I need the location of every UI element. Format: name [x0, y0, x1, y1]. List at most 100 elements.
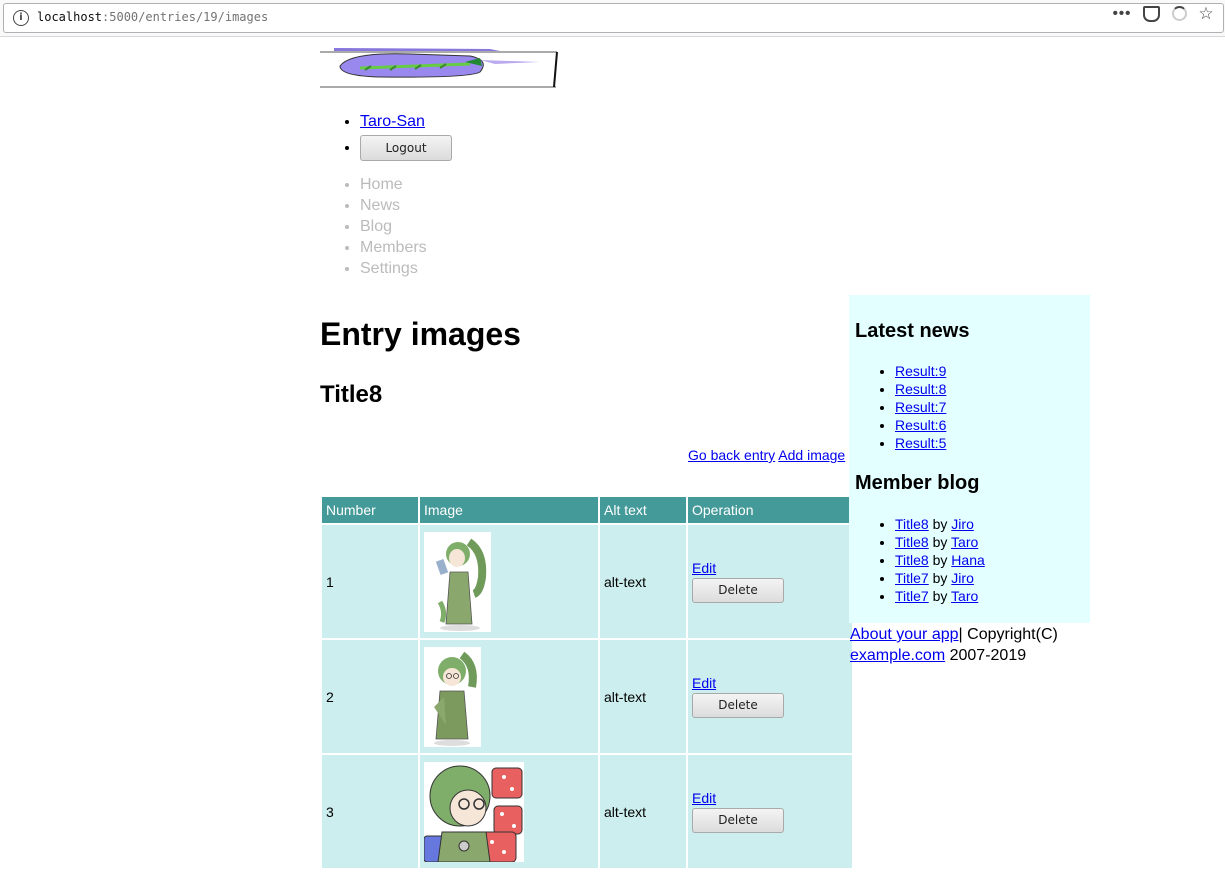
blog-item: Title8 by Hana	[895, 551, 985, 569]
delete-image-button[interactable]: Delete	[692, 578, 784, 603]
blog-item: Title8 by Taro	[895, 533, 985, 551]
news-link[interactable]: Result:6	[895, 417, 946, 433]
by-text: by	[932, 534, 948, 550]
page-title: Entry images	[320, 316, 521, 352]
nav-item-label: News	[360, 197, 401, 214]
column-header-operation: Operation	[688, 497, 852, 523]
image-cell	[420, 755, 598, 868]
footer: About your app| Copyright(C) example.com…	[850, 624, 1090, 666]
entry-image-thumbnail[interactable]	[424, 761, 524, 862]
table-row: 3 alt-text Edit Delete	[322, 755, 852, 868]
about-app-link[interactable]: About your app	[850, 626, 959, 643]
alt-text-cell: alt-text	[600, 755, 686, 868]
nav-item-members[interactable]: Members	[360, 237, 427, 258]
nav-item-home[interactable]: Home	[360, 174, 427, 195]
blog-author-link[interactable]: Jiro	[951, 570, 974, 586]
entry-title: Title8	[320, 381, 383, 408]
news-link[interactable]: Result:8	[895, 381, 946, 397]
copyright-text: | Copyright(C)	[958, 626, 1058, 643]
nav-item-label: Settings	[360, 260, 418, 277]
edit-image-link[interactable]: Edit	[692, 790, 848, 806]
entry-image-thumbnail[interactable]	[424, 531, 491, 632]
site-logo	[320, 48, 558, 88]
add-image-link[interactable]: Add image	[778, 447, 845, 463]
loading-icon	[1169, 4, 1189, 24]
info-icon[interactable]: i	[13, 10, 29, 26]
by-text: by	[932, 588, 948, 604]
image-cell	[420, 525, 598, 638]
by-text: by	[932, 516, 948, 532]
column-header-alt-text: Alt text	[600, 497, 686, 523]
table-row: 2 alt-text Edit Delete	[322, 640, 852, 753]
url-text[interactable]: localhost:5000/entries/19/images	[37, 10, 268, 24]
news-link[interactable]: Result:7	[895, 399, 946, 415]
table-row: 1 alt-text Edit Delete	[322, 525, 852, 638]
blog-author-link[interactable]: Taro	[951, 588, 978, 604]
browser-toolbar: i localhost:5000/entries/19/images ••• ☆	[0, 0, 1225, 37]
column-header-number: Number	[322, 497, 418, 523]
news-item: Result:6	[895, 416, 946, 434]
by-text: by	[932, 552, 948, 568]
by-text: by	[932, 570, 948, 586]
news-item: Result:9	[895, 362, 946, 380]
nav-item-label: Members	[360, 239, 427, 256]
logout-button[interactable]: Logout	[360, 135, 452, 161]
url-host: localhost	[37, 10, 103, 24]
pocket-icon[interactable]	[1141, 4, 1161, 24]
operation-cell: Edit Delete	[688, 755, 852, 868]
nav-item-settings[interactable]: Settings	[360, 258, 427, 279]
nav-item-news[interactable]: News	[360, 195, 427, 216]
table-header-row: Number Image Alt text Operation	[322, 497, 852, 523]
delete-image-button[interactable]: Delete	[692, 808, 784, 833]
go-back-entry-link[interactable]: Go back entry	[688, 447, 775, 463]
address-bar[interactable]: i localhost:5000/entries/19/images	[3, 3, 1224, 33]
user-menu-item: Logout	[360, 135, 452, 161]
edit-image-link[interactable]: Edit	[692, 675, 848, 691]
blog-author-link[interactable]: Hana	[951, 552, 984, 568]
nav-item-blog[interactable]: Blog	[360, 216, 427, 237]
news-link[interactable]: Result:5	[895, 435, 946, 451]
member-blog-heading: Member blog	[855, 472, 980, 494]
news-link[interactable]: Result:9	[895, 363, 946, 379]
nav-item-label: Blog	[360, 218, 393, 235]
main-nav: Home News Blog Members Settings	[320, 174, 427, 279]
blog-title-link[interactable]: Title7	[895, 570, 929, 586]
blog-title-link[interactable]: Title8	[895, 552, 929, 568]
latest-news-heading: Latest news	[855, 320, 970, 342]
blog-title-link[interactable]: Title7	[895, 588, 929, 604]
blog-author-link[interactable]: Jiro	[951, 516, 974, 532]
alt-text-cell: alt-text	[600, 525, 686, 638]
images-table: Number Image Alt text Operation 1 alt-te…	[320, 495, 854, 870]
blog-title-link[interactable]: Title8	[895, 516, 929, 532]
more-actions-icon[interactable]: •••	[1112, 4, 1132, 24]
member-blog-list: Title8 by Jiro Title8 by Taro Title8 by …	[855, 515, 985, 605]
sidebar: Latest news Result:9 Result:8 Result:7 R…	[849, 295, 1090, 623]
column-header-image: Image	[420, 497, 598, 523]
latest-news-list: Result:9 Result:8 Result:7 Result:6 Resu…	[855, 362, 946, 452]
example-domain-link[interactable]: example.com	[850, 647, 945, 664]
blog-item: Title7 by Jiro	[895, 569, 985, 587]
operation-cell: Edit Delete	[688, 640, 852, 753]
bookmark-star-icon[interactable]: ☆	[1196, 4, 1216, 24]
blog-item: Title8 by Jiro	[895, 515, 985, 533]
copyright-years: 2007-2019	[949, 647, 1027, 664]
edit-image-link[interactable]: Edit	[692, 560, 848, 576]
blog-author-link[interactable]: Taro	[951, 534, 978, 550]
news-item: Result:8	[895, 380, 946, 398]
blog-item: Title7 by Taro	[895, 587, 985, 605]
url-path: :5000/entries/19/images	[102, 10, 269, 24]
entry-actions: Go back entry Add image	[688, 447, 845, 463]
user-menu-item: Taro-San	[360, 112, 452, 132]
image-cell	[420, 640, 598, 753]
news-item: Result:7	[895, 398, 946, 416]
row-number: 1	[322, 525, 418, 638]
row-number: 3	[322, 755, 418, 868]
entry-image-thumbnail[interactable]	[424, 646, 481, 747]
nav-item-label: Home	[360, 176, 403, 193]
row-number: 2	[322, 640, 418, 753]
operation-cell: Edit Delete	[688, 525, 852, 638]
alt-text-cell: alt-text	[600, 640, 686, 753]
user-profile-link[interactable]: Taro-San	[360, 113, 425, 130]
blog-title-link[interactable]: Title8	[895, 534, 929, 550]
delete-image-button[interactable]: Delete	[692, 693, 784, 718]
